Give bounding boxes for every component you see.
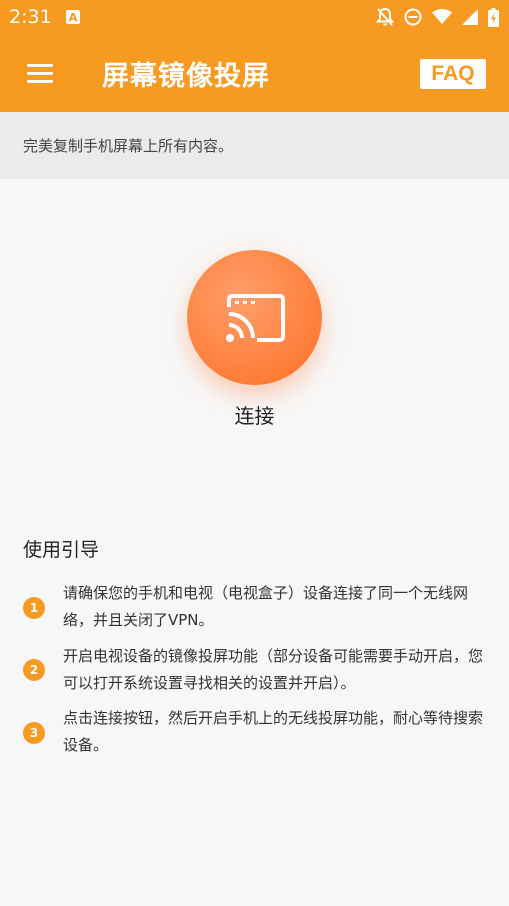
subtitle-text: 完美复制手机屏幕上所有内容。	[23, 137, 234, 155]
guide-title: 使用引导	[23, 539, 100, 561]
guide-text: 点击连接按钮，然后开启手机上的无线投屏功能，耐心等待搜索设备。	[63, 709, 484, 754]
wifi-icon	[432, 9, 452, 24]
notifications-off-icon	[376, 7, 394, 26]
cellular-signal-icon	[462, 9, 478, 25]
connect-button[interactable]	[187, 250, 322, 385]
battery-charging-icon	[488, 7, 499, 27]
status-icons	[376, 7, 499, 27]
connect-label[interactable]: 连接	[0, 400, 509, 429]
status-time: 2:31	[9, 6, 52, 28]
app-title: 屏幕镜像投屏	[102, 61, 270, 92]
guide-number-badge: 2	[23, 659, 45, 681]
faq-button[interactable]: FAQ	[420, 59, 486, 89]
guide-number-badge: 1	[23, 597, 45, 619]
cast-icon	[226, 294, 285, 342]
app-bar: 屏幕镜像投屏 FAQ	[0, 36, 509, 112]
guide-number-badge: 3	[23, 722, 45, 744]
menu-icon[interactable]	[27, 64, 53, 84]
guide-text: 开启电视设备的镜像投屏功能（部分设备可能需要手动开启，您可以打开系统设置寻找相关…	[63, 647, 484, 692]
do-not-disturb-icon	[404, 8, 422, 26]
guide-text: 请确保您的手机和电视（电视盒子）设备连接了同一个无线网络，并且关闭了VPN。	[63, 584, 469, 629]
status-bar: 2:31 A	[0, 0, 509, 36]
status-a-icon: A	[66, 10, 80, 24]
subtitle-bar: 完美复制手机屏幕上所有内容。	[0, 112, 509, 179]
